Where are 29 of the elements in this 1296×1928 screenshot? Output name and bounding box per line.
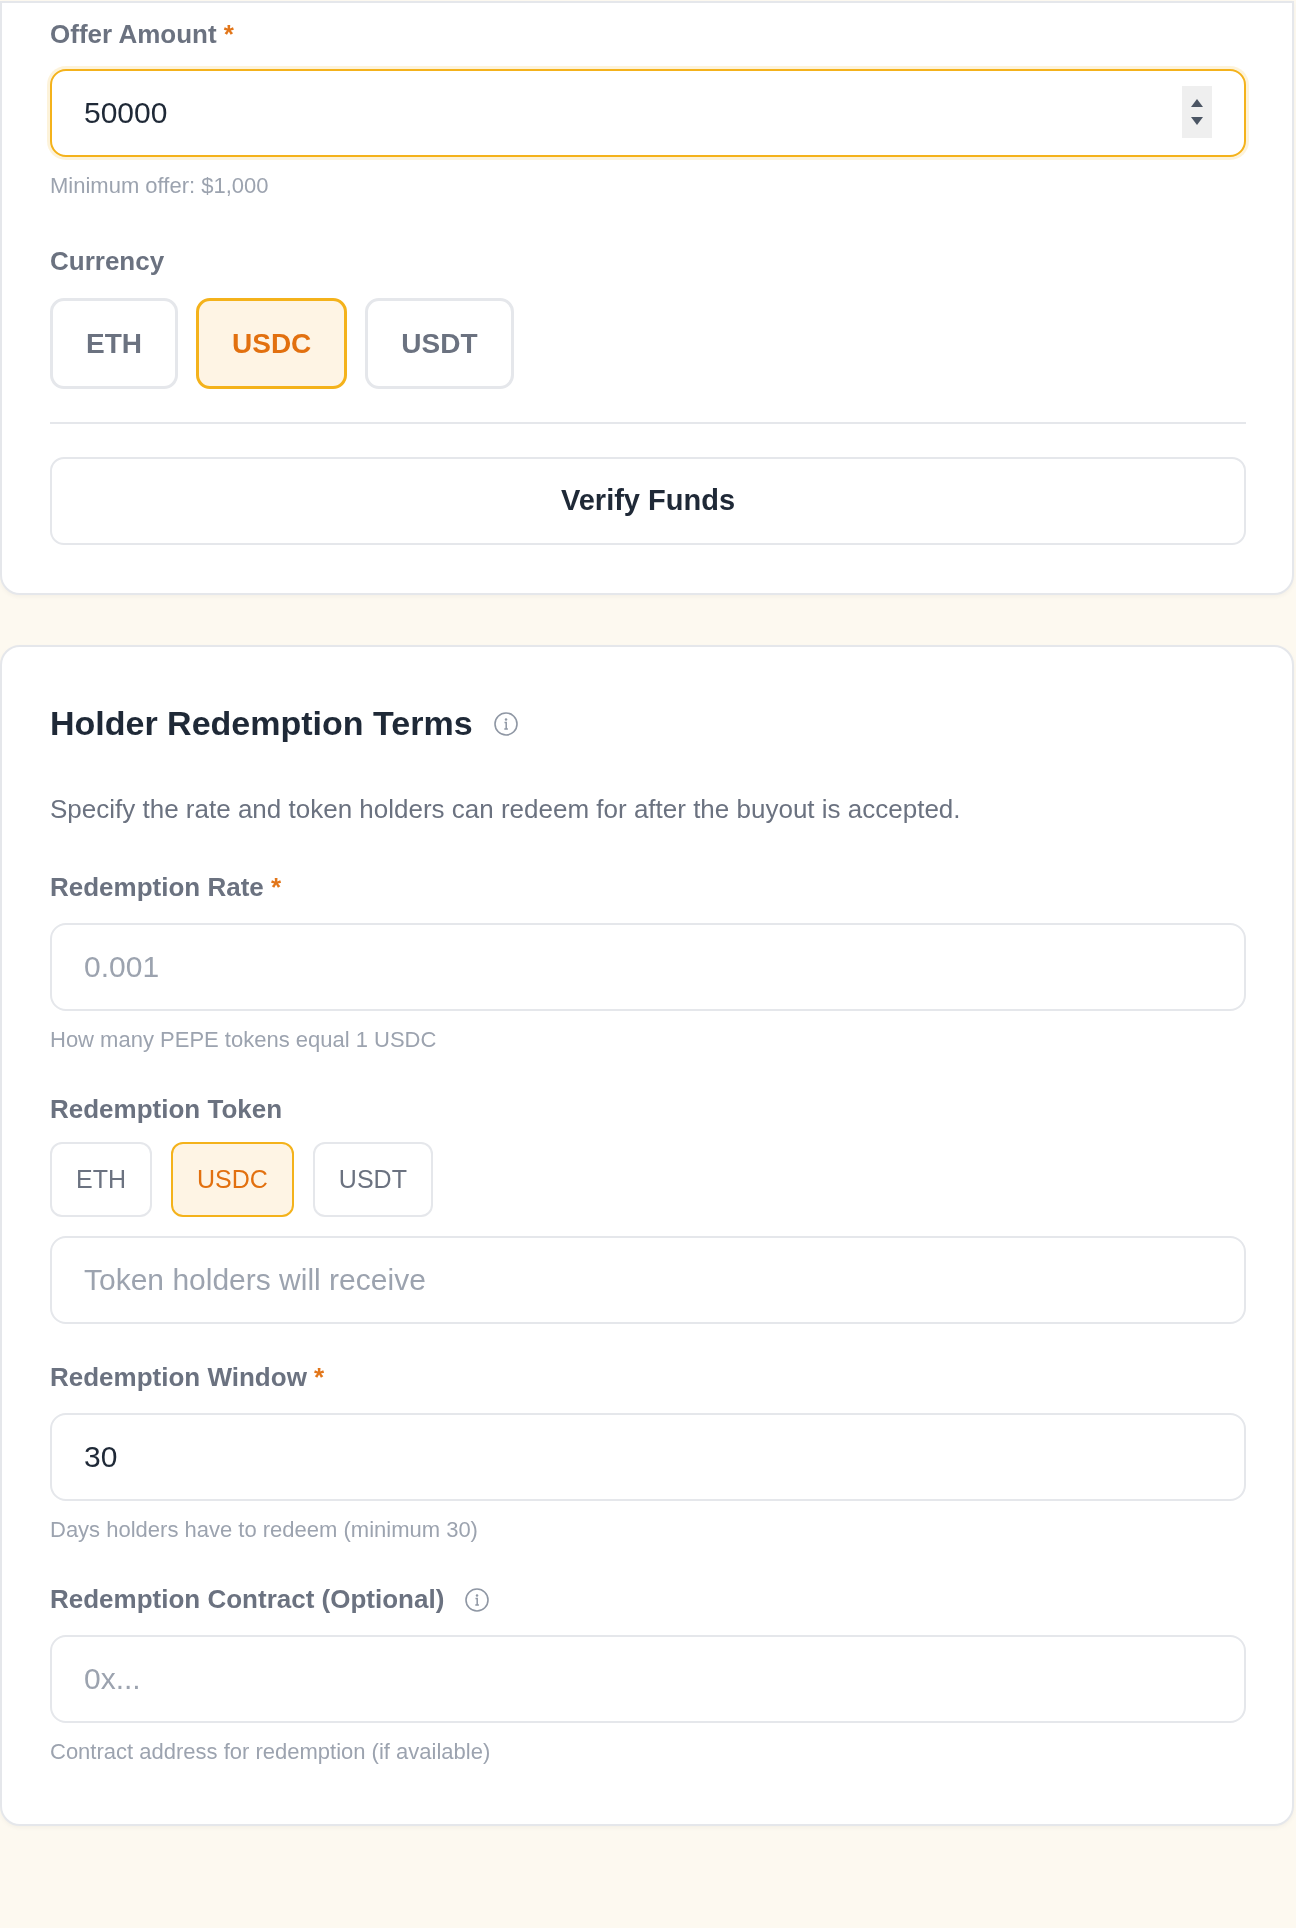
token-option[interactable]: USDT (312, 1142, 433, 1217)
input-field[interactable]: 30 (50, 1413, 1246, 1501)
token-option[interactable]: ETH (50, 1142, 152, 1217)
field-label: Redemption Window * (50, 1361, 325, 1394)
input-field[interactable]: 0x... (50, 1635, 1246, 1723)
field-label: Redemption Contract (Optional) (50, 1583, 445, 1616)
currency-option[interactable]: ETH (50, 298, 178, 389)
currency-option[interactable]: USDC (196, 298, 348, 389)
verify-funds-button[interactable]: Verify Funds (50, 457, 1246, 545)
caret-down-icon[interactable] (1191, 117, 1203, 125)
helper-text: How many PEPE tokens equal 1 USDC (50, 1026, 438, 1054)
field-label: Redemption Token (50, 1093, 283, 1126)
section-title: Holder Redemption Terms (50, 703, 473, 744)
helper-text: Contract address for redemption (if available) (50, 1738, 492, 1766)
info-icon[interactable] (465, 1587, 490, 1612)
field-label: Currency (50, 245, 165, 278)
section-description: Specify the rate and token holders can redeem for after the buyout is accepted. (50, 793, 962, 826)
helper-text: Minimum offer: $1,000 (50, 172, 270, 200)
input-field[interactable]: 0.001 (50, 923, 1246, 1011)
helper-text: Days holders have to redeem (minimum 30) (50, 1516, 479, 1544)
input-field[interactable]: 50000 (50, 69, 1246, 157)
field-label: Redemption Rate * (50, 871, 282, 904)
token-option[interactable]: USDC (171, 1142, 294, 1217)
input-field[interactable]: Token holders will receive (50, 1236, 1246, 1324)
stepper-control[interactable] (1182, 86, 1212, 138)
field-label: Offer Amount * (50, 18, 234, 51)
caret-up-icon[interactable] (1191, 99, 1203, 107)
info-icon[interactable] (493, 711, 518, 736)
currency-option[interactable]: USDT (365, 298, 514, 389)
